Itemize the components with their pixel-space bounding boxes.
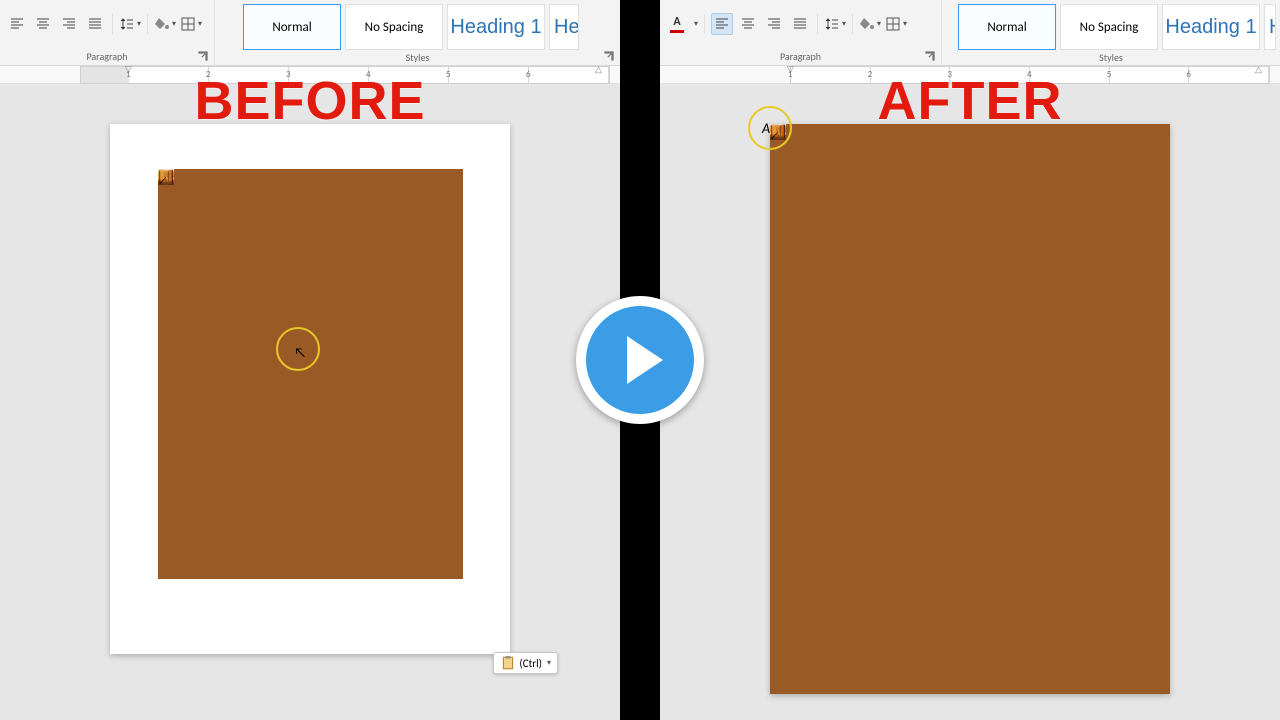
separator xyxy=(147,14,148,34)
style-no-spacing[interactable]: No Spacing xyxy=(345,4,443,50)
styles-label: Styles xyxy=(942,50,1280,65)
inserted-image[interactable] xyxy=(770,124,1170,694)
page: ↖ (Ctrl) ▾ xyxy=(110,124,510,654)
align-center-button[interactable] xyxy=(32,13,54,35)
cursor-icon: ↖ xyxy=(294,344,306,361)
page: A xyxy=(770,124,1170,694)
style-heading-2[interactable]: Headi xyxy=(549,4,579,50)
separator xyxy=(704,14,705,34)
shading-button[interactable]: ▾ xyxy=(859,13,881,35)
align-left-button[interactable] xyxy=(711,13,733,35)
ribbon: A▾ ▾ ▾ ▾ Paragraph Normal No Spacing xyxy=(660,0,1280,66)
style-heading-1[interactable]: Heading 1 xyxy=(1162,4,1260,50)
horizontal-ruler[interactable]: ▽ 1 2 3 4 5 6 △ xyxy=(0,66,620,84)
separator xyxy=(852,14,853,34)
align-right-button[interactable] xyxy=(58,13,80,35)
style-heading-1[interactable]: Heading 1 xyxy=(447,4,545,50)
paragraph-label: Paragraph xyxy=(660,47,941,65)
paragraph-launcher-icon[interactable] xyxy=(923,49,937,63)
style-heading-2[interactable]: H xyxy=(1264,4,1276,50)
document-canvas[interactable]: ↖ (Ctrl) ▾ xyxy=(0,84,620,720)
styles-group: Normal No Spacing Heading 1 Headi Styles xyxy=(215,0,620,65)
shading-button[interactable]: ▾ xyxy=(154,13,176,35)
line-spacing-button[interactable]: ▾ xyxy=(119,13,141,35)
borders-button[interactable]: ▾ xyxy=(180,13,202,35)
align-justify-button[interactable] xyxy=(789,13,811,35)
clipboard-icon xyxy=(500,655,516,671)
paste-options-button[interactable]: (Ctrl) ▾ xyxy=(493,652,558,674)
style-normal[interactable]: Normal xyxy=(243,4,341,50)
paragraph-label: Paragraph xyxy=(0,47,214,65)
inserted-image[interactable] xyxy=(158,169,463,579)
align-left-button[interactable] xyxy=(6,13,28,35)
style-normal[interactable]: Normal xyxy=(958,4,1056,50)
line-spacing-button[interactable]: ▾ xyxy=(824,13,846,35)
styles-launcher-icon[interactable] xyxy=(602,49,616,63)
cursor-icon: A xyxy=(762,120,770,137)
styles-label: Styles xyxy=(215,50,620,65)
play-icon xyxy=(627,336,663,384)
document-canvas[interactable]: A xyxy=(660,84,1280,720)
play-button[interactable] xyxy=(576,296,704,424)
align-right-button[interactable] xyxy=(763,13,785,35)
paragraph-group: ▾ ▾ ▾ Paragraph xyxy=(0,0,215,65)
borders-button[interactable]: ▾ xyxy=(885,13,907,35)
separator xyxy=(112,14,113,34)
horizontal-ruler[interactable]: ▽ 1 2 3 4 5 6 △ xyxy=(660,66,1280,84)
after-pane: A▾ ▾ ▾ ▾ Paragraph Normal No Spacing xyxy=(660,0,1280,720)
font-color-button[interactable]: A xyxy=(666,13,688,35)
paragraph-group: A▾ ▾ ▾ ▾ Paragraph xyxy=(660,0,942,65)
align-center-button[interactable] xyxy=(737,13,759,35)
align-justify-button[interactable] xyxy=(84,13,106,35)
paragraph-launcher-icon[interactable] xyxy=(196,49,210,63)
ribbon: ▾ ▾ ▾ Paragraph Normal No Spacing Headin… xyxy=(0,0,620,66)
style-no-spacing[interactable]: No Spacing xyxy=(1060,4,1158,50)
styles-group: Normal No Spacing Heading 1 H Styles xyxy=(942,0,1280,65)
separator xyxy=(817,14,818,34)
before-pane: ▾ ▾ ▾ Paragraph Normal No Spacing Headin… xyxy=(0,0,620,720)
